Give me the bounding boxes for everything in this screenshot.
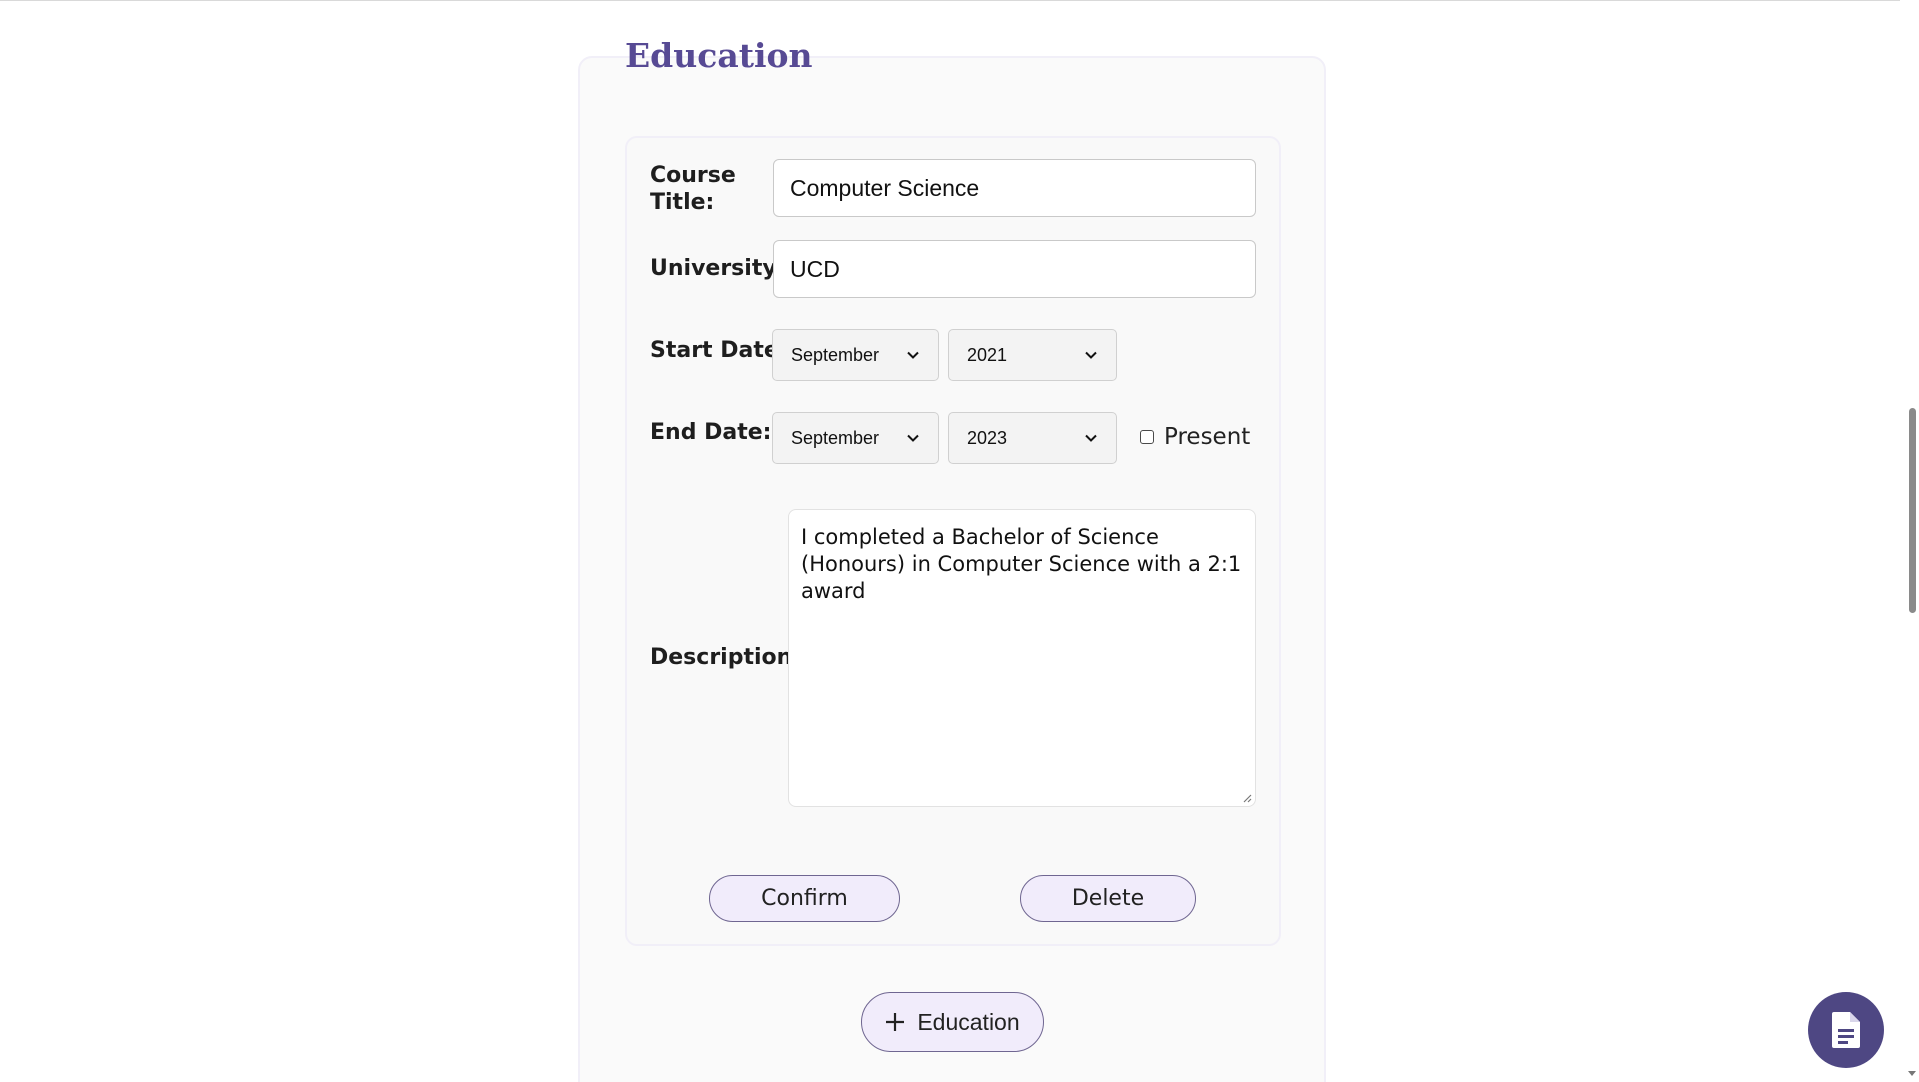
end-year-value: 2023 (967, 427, 1008, 448)
present-label: Present (1164, 424, 1251, 450)
delete-button[interactable]: Delete (1020, 875, 1196, 922)
description-label: Description: (650, 645, 802, 670)
course-title-input[interactable] (773, 159, 1256, 217)
university-label: University (650, 256, 777, 281)
end-date-label: End Date: (650, 420, 772, 445)
confirm-button[interactable]: Confirm (709, 875, 900, 922)
description-text: I completed a Bachelor of Science (Honou… (801, 525, 1242, 603)
start-month-select[interactable]: September (772, 329, 939, 381)
section-title: Education (625, 36, 813, 75)
top-divider (0, 0, 1900, 1)
document-icon (1832, 1012, 1860, 1048)
add-education-label: Education (917, 1008, 1020, 1035)
chevron-down-icon (1085, 434, 1097, 442)
chevron-down-icon (1085, 351, 1097, 359)
present-toggle[interactable]: Present (1140, 424, 1250, 450)
end-month-select[interactable]: September (772, 412, 939, 464)
end-month-value: September (791, 427, 880, 448)
add-education-button[interactable]: Education (861, 992, 1044, 1052)
plus-icon (886, 1013, 905, 1031)
scroll-down-arrow-icon[interactable] (1907, 1070, 1917, 1078)
description-textarea[interactable]: I completed a Bachelor of Science (Honou… (788, 509, 1256, 807)
start-year-value: 2021 (967, 344, 1008, 365)
scrollbar-thumb[interactable] (1909, 408, 1916, 613)
resize-handle-icon[interactable] (1242, 793, 1252, 803)
chevron-down-icon (907, 434, 919, 442)
page-scrollbar[interactable] (1904, 0, 1919, 1082)
chevron-down-icon (907, 351, 919, 359)
start-date-label: Start Date: (650, 338, 788, 363)
university-input[interactable] (773, 240, 1256, 298)
document-fab-button[interactable] (1808, 992, 1884, 1068)
page: Education Course Title: University Start… (0, 0, 1919, 1082)
end-year-select[interactable]: 2023 (948, 412, 1117, 464)
course-title-label: Course Title: (650, 163, 736, 215)
start-year-select[interactable]: 2021 (948, 329, 1117, 381)
start-month-value: September (791, 344, 880, 365)
present-checkbox[interactable] (1140, 430, 1154, 444)
